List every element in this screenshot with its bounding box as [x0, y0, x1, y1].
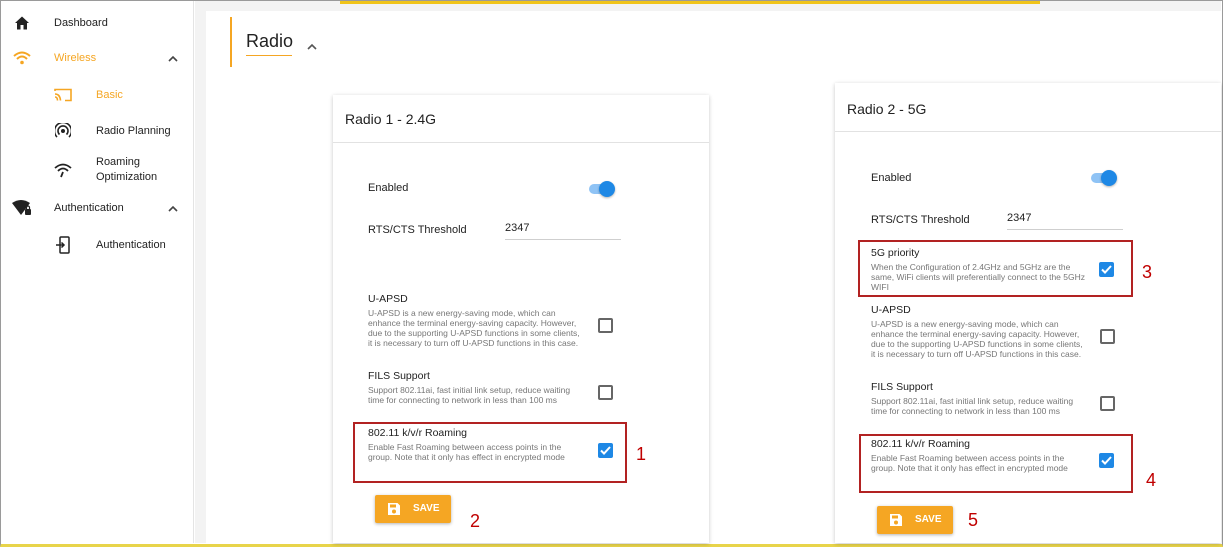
fils-title: FILS Support	[871, 381, 933, 393]
uapsd-description: U-APSD is a new energy-saving mode, whic…	[871, 319, 1083, 359]
login-icon	[53, 235, 73, 255]
save-icon	[890, 514, 902, 526]
section-header-radio[interactable]: Radio	[230, 17, 317, 67]
sidebar-item-label: Basic	[96, 89, 123, 101]
annotation-marker-5: 5	[968, 510, 979, 530]
annotation-marker-4: 4	[1146, 470, 1157, 490]
highlight-box-4	[859, 434, 1133, 493]
section-title: Radio	[246, 31, 294, 51]
fils-checkbox[interactable]	[598, 385, 613, 400]
sidebar-item-label: Roaming	[96, 156, 141, 168]
enabled-label: Enabled	[871, 172, 912, 184]
sidebar-item-label: Dashboard	[54, 17, 108, 29]
save-icon	[388, 503, 400, 515]
rts-threshold-label: RTS/CTS Threshold	[871, 214, 970, 226]
enabled-label: Enabled	[368, 182, 409, 194]
sidebar-item-radio-planning[interactable]: Radio Planning	[1, 121, 191, 141]
enabled-toggle[interactable]	[587, 181, 615, 197]
card-title: Radio 2 - 5G	[847, 101, 927, 117]
wifi-roaming-icon	[53, 160, 73, 180]
cast-icon	[53, 85, 73, 105]
uapsd-title: U-APSD	[368, 293, 408, 305]
radio-signal-icon	[53, 121, 73, 141]
fils-title: FILS Support	[368, 370, 430, 382]
sidebar: Dashboard Wireless Basic Radio Planning …	[1, 1, 194, 543]
uapsd-checkbox[interactable]	[1100, 329, 1115, 344]
sidebar-item-label: Optimization	[96, 171, 158, 183]
sidebar-item-authentication-group[interactable]: Authentication	[1, 198, 191, 218]
sidebar-item-label: Authentication	[96, 239, 166, 251]
home-icon	[12, 13, 32, 33]
sidebar-item-authentication[interactable]: Authentication	[1, 235, 191, 255]
sidebar-item-dashboard[interactable]: Dashboard	[1, 13, 191, 33]
rts-threshold-input[interactable]: 2347	[505, 222, 621, 240]
sidebar-item-label: Authentication	[54, 202, 124, 214]
top-accent-bar	[340, 1, 1040, 4]
annotation-marker-2: 2	[470, 511, 481, 531]
fils-description: Support 802.11ai, fast initial link setu…	[871, 396, 1074, 416]
wifi-lock-icon	[12, 198, 32, 218]
rts-threshold-input[interactable]: 2347	[1007, 212, 1123, 230]
uapsd-title: U-APSD	[871, 304, 911, 316]
sidebar-item-basic[interactable]: Basic	[1, 85, 191, 105]
chevron-up-icon[interactable]	[167, 53, 179, 65]
card-title: Radio 1 - 2.4G	[345, 111, 437, 127]
card-divider	[835, 131, 1221, 132]
sidebar-item-label: Radio Planning	[96, 125, 171, 137]
save-button[interactable]: SAVE	[877, 506, 953, 534]
section-title-underline	[246, 55, 292, 56]
rts-threshold-label: RTS/CTS Threshold	[368, 224, 467, 236]
chevron-up-icon[interactable]	[306, 41, 318, 53]
uapsd-checkbox[interactable]	[598, 318, 613, 333]
annotation-marker-1: 1	[636, 444, 647, 464]
sidebar-item-roaming-optimization[interactable]: Roaming Optimization	[1, 153, 191, 187]
uapsd-description: U-APSD is a new energy-saving mode, whic…	[368, 308, 580, 348]
card-divider	[333, 142, 709, 143]
save-button[interactable]: SAVE	[375, 495, 451, 523]
enabled-toggle[interactable]	[1089, 170, 1117, 186]
fils-description: Support 802.11ai, fast initial link setu…	[368, 385, 571, 405]
chevron-up-icon[interactable]	[167, 203, 179, 215]
wifi-icon	[12, 48, 32, 68]
highlight-box-3	[858, 240, 1133, 297]
sidebar-item-wireless[interactable]: Wireless	[1, 48, 191, 68]
annotation-marker-3: 3	[1142, 262, 1153, 282]
sidebar-item-label: Wireless	[54, 52, 97, 64]
fils-checkbox[interactable]	[1100, 396, 1115, 411]
highlight-box-1	[353, 422, 627, 483]
